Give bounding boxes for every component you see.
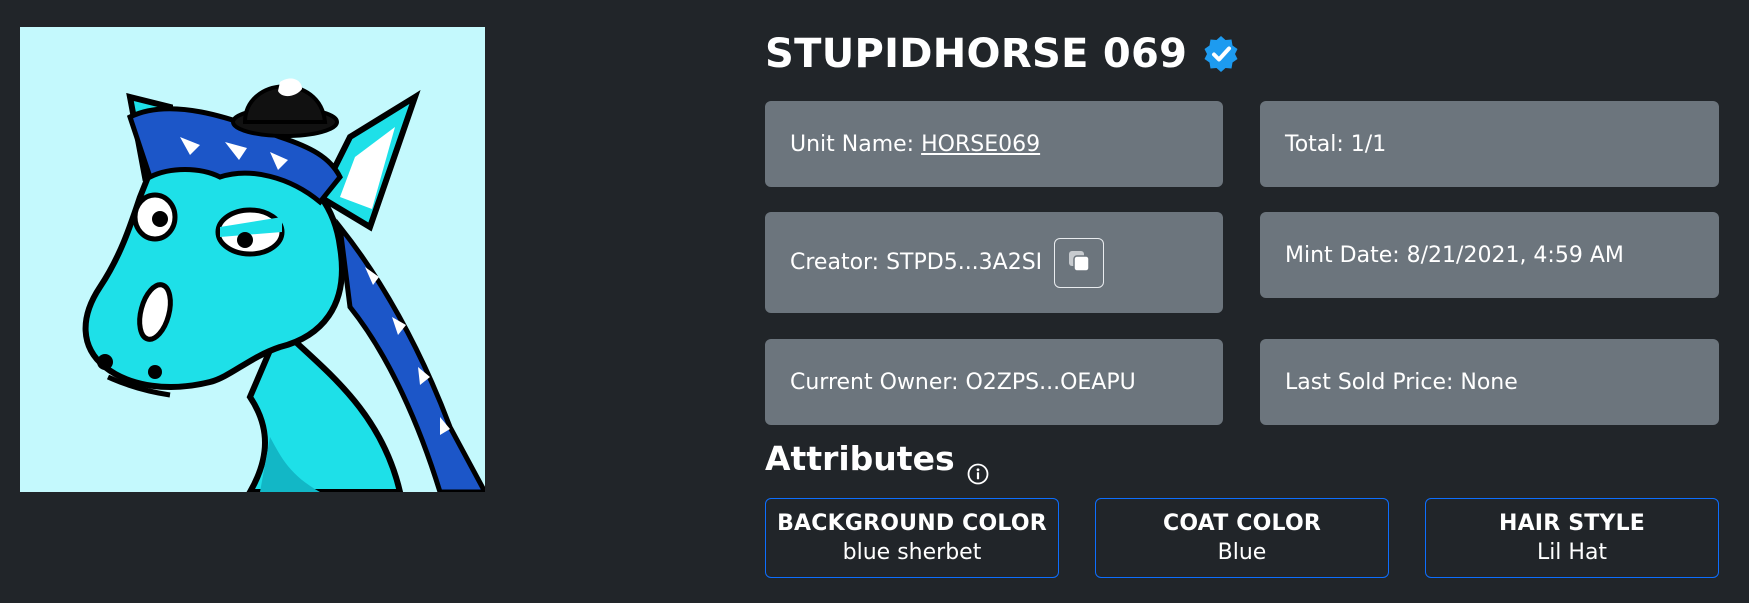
verified-badge-icon xyxy=(1201,34,1241,74)
mint-date-card: Mint Date: 8/21/2021, 4:59 AM xyxy=(1260,212,1719,298)
page-title: STUPIDHORSE 069 xyxy=(765,28,1241,80)
attribute-name: BACKGROUND COLOR xyxy=(777,511,1047,536)
last-sold-card: Last Sold Price: None xyxy=(1260,339,1719,425)
attributes-title: Attributes xyxy=(765,439,955,478)
attributes-heading: Attributes xyxy=(765,436,989,485)
info-circle-icon[interactable] xyxy=(967,451,989,485)
nft-image xyxy=(20,27,485,492)
attribute-value: blue sherbet xyxy=(842,540,982,565)
attribute-value: Lil Hat xyxy=(1536,540,1608,565)
attribute-name: COAT COLOR xyxy=(1163,511,1321,536)
total-card: Total: 1/1 xyxy=(1260,101,1719,187)
creator-text: Creator: STPD5...3A2SI xyxy=(790,250,1043,275)
attribute-card-background-color: BACKGROUND COLOR blue sherbet xyxy=(765,498,1059,578)
attribute-card-hair-style: HAIR STYLE Lil Hat xyxy=(1425,498,1719,578)
current-owner-text: Current Owner: O2ZPS...OEAPU xyxy=(790,369,1136,395)
attribute-name: HAIR STYLE xyxy=(1498,511,1646,536)
horse-artwork xyxy=(20,27,485,492)
current-owner-card: Current Owner: O2ZPS...OEAPU xyxy=(765,339,1223,425)
unit-name-link[interactable]: HORSE069 xyxy=(921,132,1040,157)
unit-name-label: Unit Name: xyxy=(790,131,922,157)
unit-name-card: Unit Name: HORSE069 xyxy=(765,101,1223,187)
last-sold-text: Last Sold Price: None xyxy=(1285,369,1518,395)
attribute-value: Blue xyxy=(1217,540,1267,565)
nft-title: STUPIDHORSE 069 xyxy=(765,31,1188,77)
copy-icon xyxy=(1066,248,1092,277)
attribute-card-coat-color: COAT COLOR Blue xyxy=(1095,498,1389,578)
creator-card: Creator: STPD5...3A2SI xyxy=(765,212,1223,313)
mint-date-text: Mint Date: 8/21/2021, 4:59 AM xyxy=(1285,242,1624,268)
total-text: Total: 1/1 xyxy=(1285,131,1387,157)
copy-creator-button[interactable] xyxy=(1054,237,1105,288)
